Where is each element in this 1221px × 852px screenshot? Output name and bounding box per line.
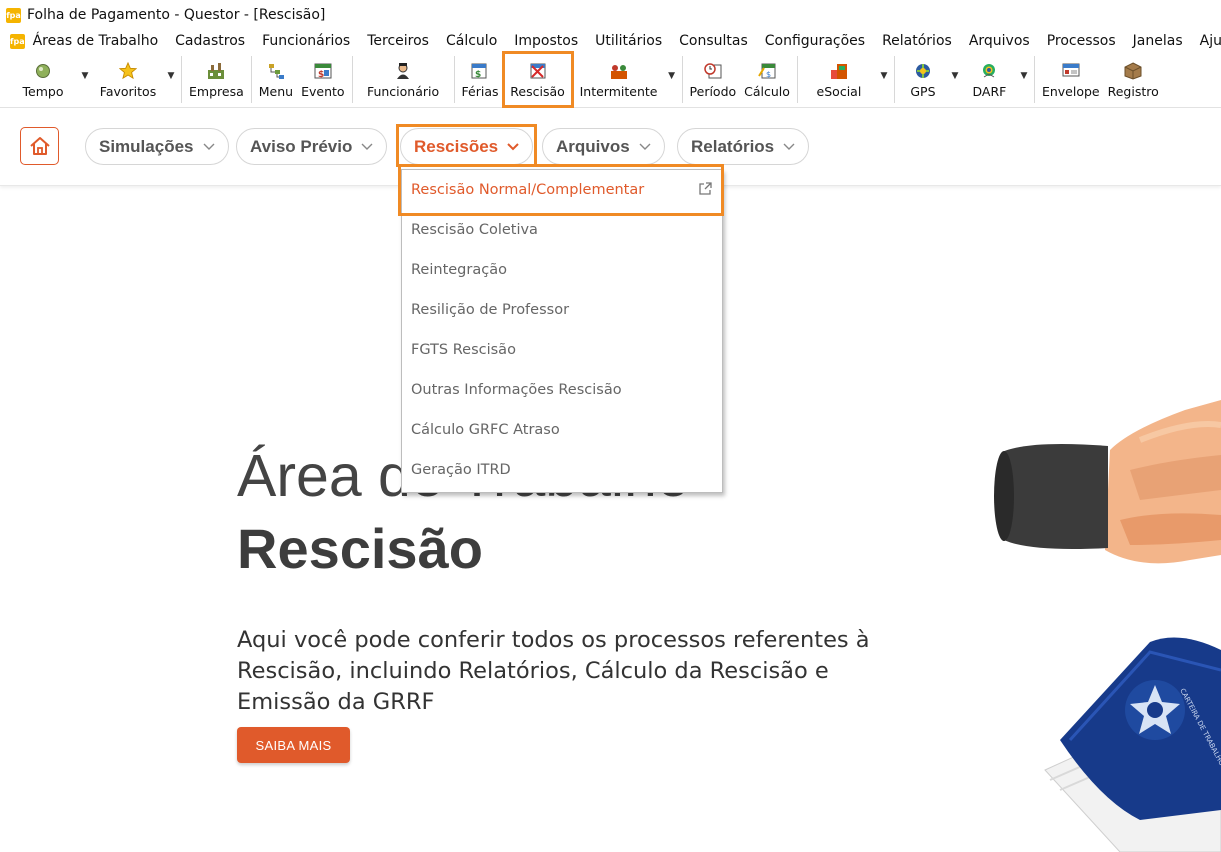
dropdown-item-rescisao-normal[interactable]: Rescisão Normal/Complementar	[402, 170, 722, 210]
window-title: Folha de Pagamento - Questor - [Rescisão…	[27, 7, 326, 23]
chevron-down-icon	[639, 141, 651, 153]
nav-simulacoes[interactable]: Simulações	[85, 128, 229, 165]
registro-button[interactable]: Registro	[1104, 52, 1163, 107]
favoritos-button[interactable]: Favoritos	[92, 52, 164, 107]
svg-text:$: $	[475, 70, 481, 80]
toolbar: Tempo ▼ Favoritos ▼ Empresa Menu $ Event…	[0, 51, 1221, 108]
menu-consultas[interactable]: Consultas	[679, 33, 748, 49]
rescisoes-dropdown-menu: Rescisão Normal/Complementar Rescisão Co…	[401, 169, 723, 493]
tempo-icon	[33, 61, 53, 81]
dropdown-item-outras-informacoes[interactable]: Outras Informações Rescisão	[402, 370, 722, 410]
darf-button[interactable]: DARF	[962, 52, 1017, 107]
envelope-icon	[1061, 61, 1081, 81]
svg-text:$: $	[318, 70, 324, 80]
esocial-button[interactable]: eSocial	[801, 52, 877, 107]
calculo-icon: $	[757, 61, 777, 81]
esocial-dropdown-arrow[interactable]: ▼	[877, 52, 891, 107]
svg-text:$: $	[766, 70, 771, 79]
menu-tree-icon	[266, 61, 286, 81]
rescisao-button[interactable]: Rescisão	[501, 51, 574, 108]
nav-relatorios[interactable]: Relatórios	[677, 128, 810, 165]
menu-calculo[interactable]: Cálculo	[446, 33, 497, 49]
saiba-mais-button[interactable]: SAIBA MAIS	[237, 727, 350, 763]
hero-title-line2: Rescisão	[237, 517, 483, 580]
chevron-down-icon	[507, 141, 519, 153]
intermitente-dropdown-arrow[interactable]: ▼	[665, 52, 679, 107]
favoritos-dropdown-arrow[interactable]: ▼	[164, 52, 178, 107]
intermitente-icon	[609, 61, 629, 81]
title-bar: fpa Folha de Pagamento - Questor - [Resc…	[0, 0, 1221, 30]
menu-configuracoes[interactable]: Configurações	[765, 33, 865, 49]
menu-utilitarios[interactable]: Utilitários	[595, 33, 662, 49]
esocial-icon	[829, 61, 849, 81]
evento-button[interactable]: $ Evento	[297, 52, 348, 107]
gps-dropdown-arrow[interactable]: ▼	[948, 52, 962, 107]
dropdown-item-geracao-itrd[interactable]: Geração ITRD	[402, 450, 722, 490]
person-icon	[393, 61, 413, 81]
dropdown-item-resilicao-professor[interactable]: Resilição de Professor	[402, 290, 722, 330]
gps-button[interactable]: GPS	[898, 52, 948, 107]
home-button[interactable]	[20, 127, 59, 165]
menu-areas-de-trabalho[interactable]: Áreas de Trabalho	[33, 33, 159, 49]
gps-icon	[913, 61, 933, 81]
menu-impostos[interactable]: Impostos	[514, 33, 578, 49]
ferias-icon: $	[470, 61, 490, 81]
handshake-illustration: CARTEIRA DE TRABALHO	[994, 400, 1221, 852]
periodo-button[interactable]: Período	[686, 52, 741, 107]
ferias-button[interactable]: $ Férias	[458, 52, 503, 107]
empresa-icon	[206, 61, 226, 81]
menu-janelas[interactable]: Janelas	[1133, 33, 1183, 49]
nav-rescisoes[interactable]: Rescisões	[400, 128, 534, 165]
intermitente-button[interactable]: Intermitente	[573, 52, 665, 107]
hero-description: Aqui você pode conferir todos os process…	[237, 627, 870, 715]
evento-icon: $	[313, 61, 333, 81]
registro-box-icon	[1123, 61, 1143, 81]
menu-ajuda[interactable]: Ajuda	[1200, 33, 1221, 49]
menu-terceiros[interactable]: Terceiros	[367, 33, 429, 49]
chevron-down-icon	[203, 141, 215, 153]
darf-icon	[979, 61, 999, 81]
rescisao-icon	[528, 61, 548, 81]
menu-cadastros[interactable]: Cadastros	[175, 33, 245, 49]
tempo-dropdown-arrow[interactable]: ▼	[78, 52, 92, 107]
menu-button[interactable]: Menu	[255, 52, 297, 107]
external-link-icon	[698, 182, 712, 200]
periodo-icon	[703, 61, 723, 81]
darf-dropdown-arrow[interactable]: ▼	[1017, 52, 1031, 107]
nav-aviso-previo[interactable]: Aviso Prévio	[236, 128, 388, 165]
empresa-button[interactable]: Empresa	[185, 52, 248, 107]
dropdown-item-reintegracao[interactable]: Reintegração	[402, 250, 722, 290]
nav-arquivos[interactable]: Arquivos	[542, 128, 665, 165]
menu-processos[interactable]: Processos	[1047, 33, 1116, 49]
dropdown-item-fgts-rescisao[interactable]: FGTS Rescisão	[402, 330, 722, 370]
envelope-button[interactable]: Envelope	[1038, 52, 1104, 107]
menu-app-icon[interactable]: fpa	[10, 33, 25, 49]
funcionario-button[interactable]: Funcionário	[356, 52, 451, 107]
dropdown-item-rescisao-coletiva[interactable]: Rescisão Coletiva	[402, 210, 722, 250]
dropdown-item-calculo-grfc[interactable]: Cálculo GRFC Atraso	[402, 410, 722, 450]
menu-funcionarios[interactable]: Funcionários	[262, 33, 350, 49]
menu-bar: fpa Áreas de Trabalho Cadastros Funcioná…	[0, 30, 1221, 52]
chevron-down-icon	[361, 141, 373, 153]
app-logo-icon: fpa	[6, 7, 21, 23]
home-icon	[29, 137, 50, 155]
star-icon	[118, 61, 138, 81]
chevron-down-icon	[783, 141, 795, 153]
menu-relatorios[interactable]: Relatórios	[882, 33, 952, 49]
tempo-button[interactable]: Tempo	[8, 52, 78, 107]
menu-arquivos[interactable]: Arquivos	[969, 33, 1030, 49]
calculo-button[interactable]: $ Cálculo	[740, 52, 794, 107]
